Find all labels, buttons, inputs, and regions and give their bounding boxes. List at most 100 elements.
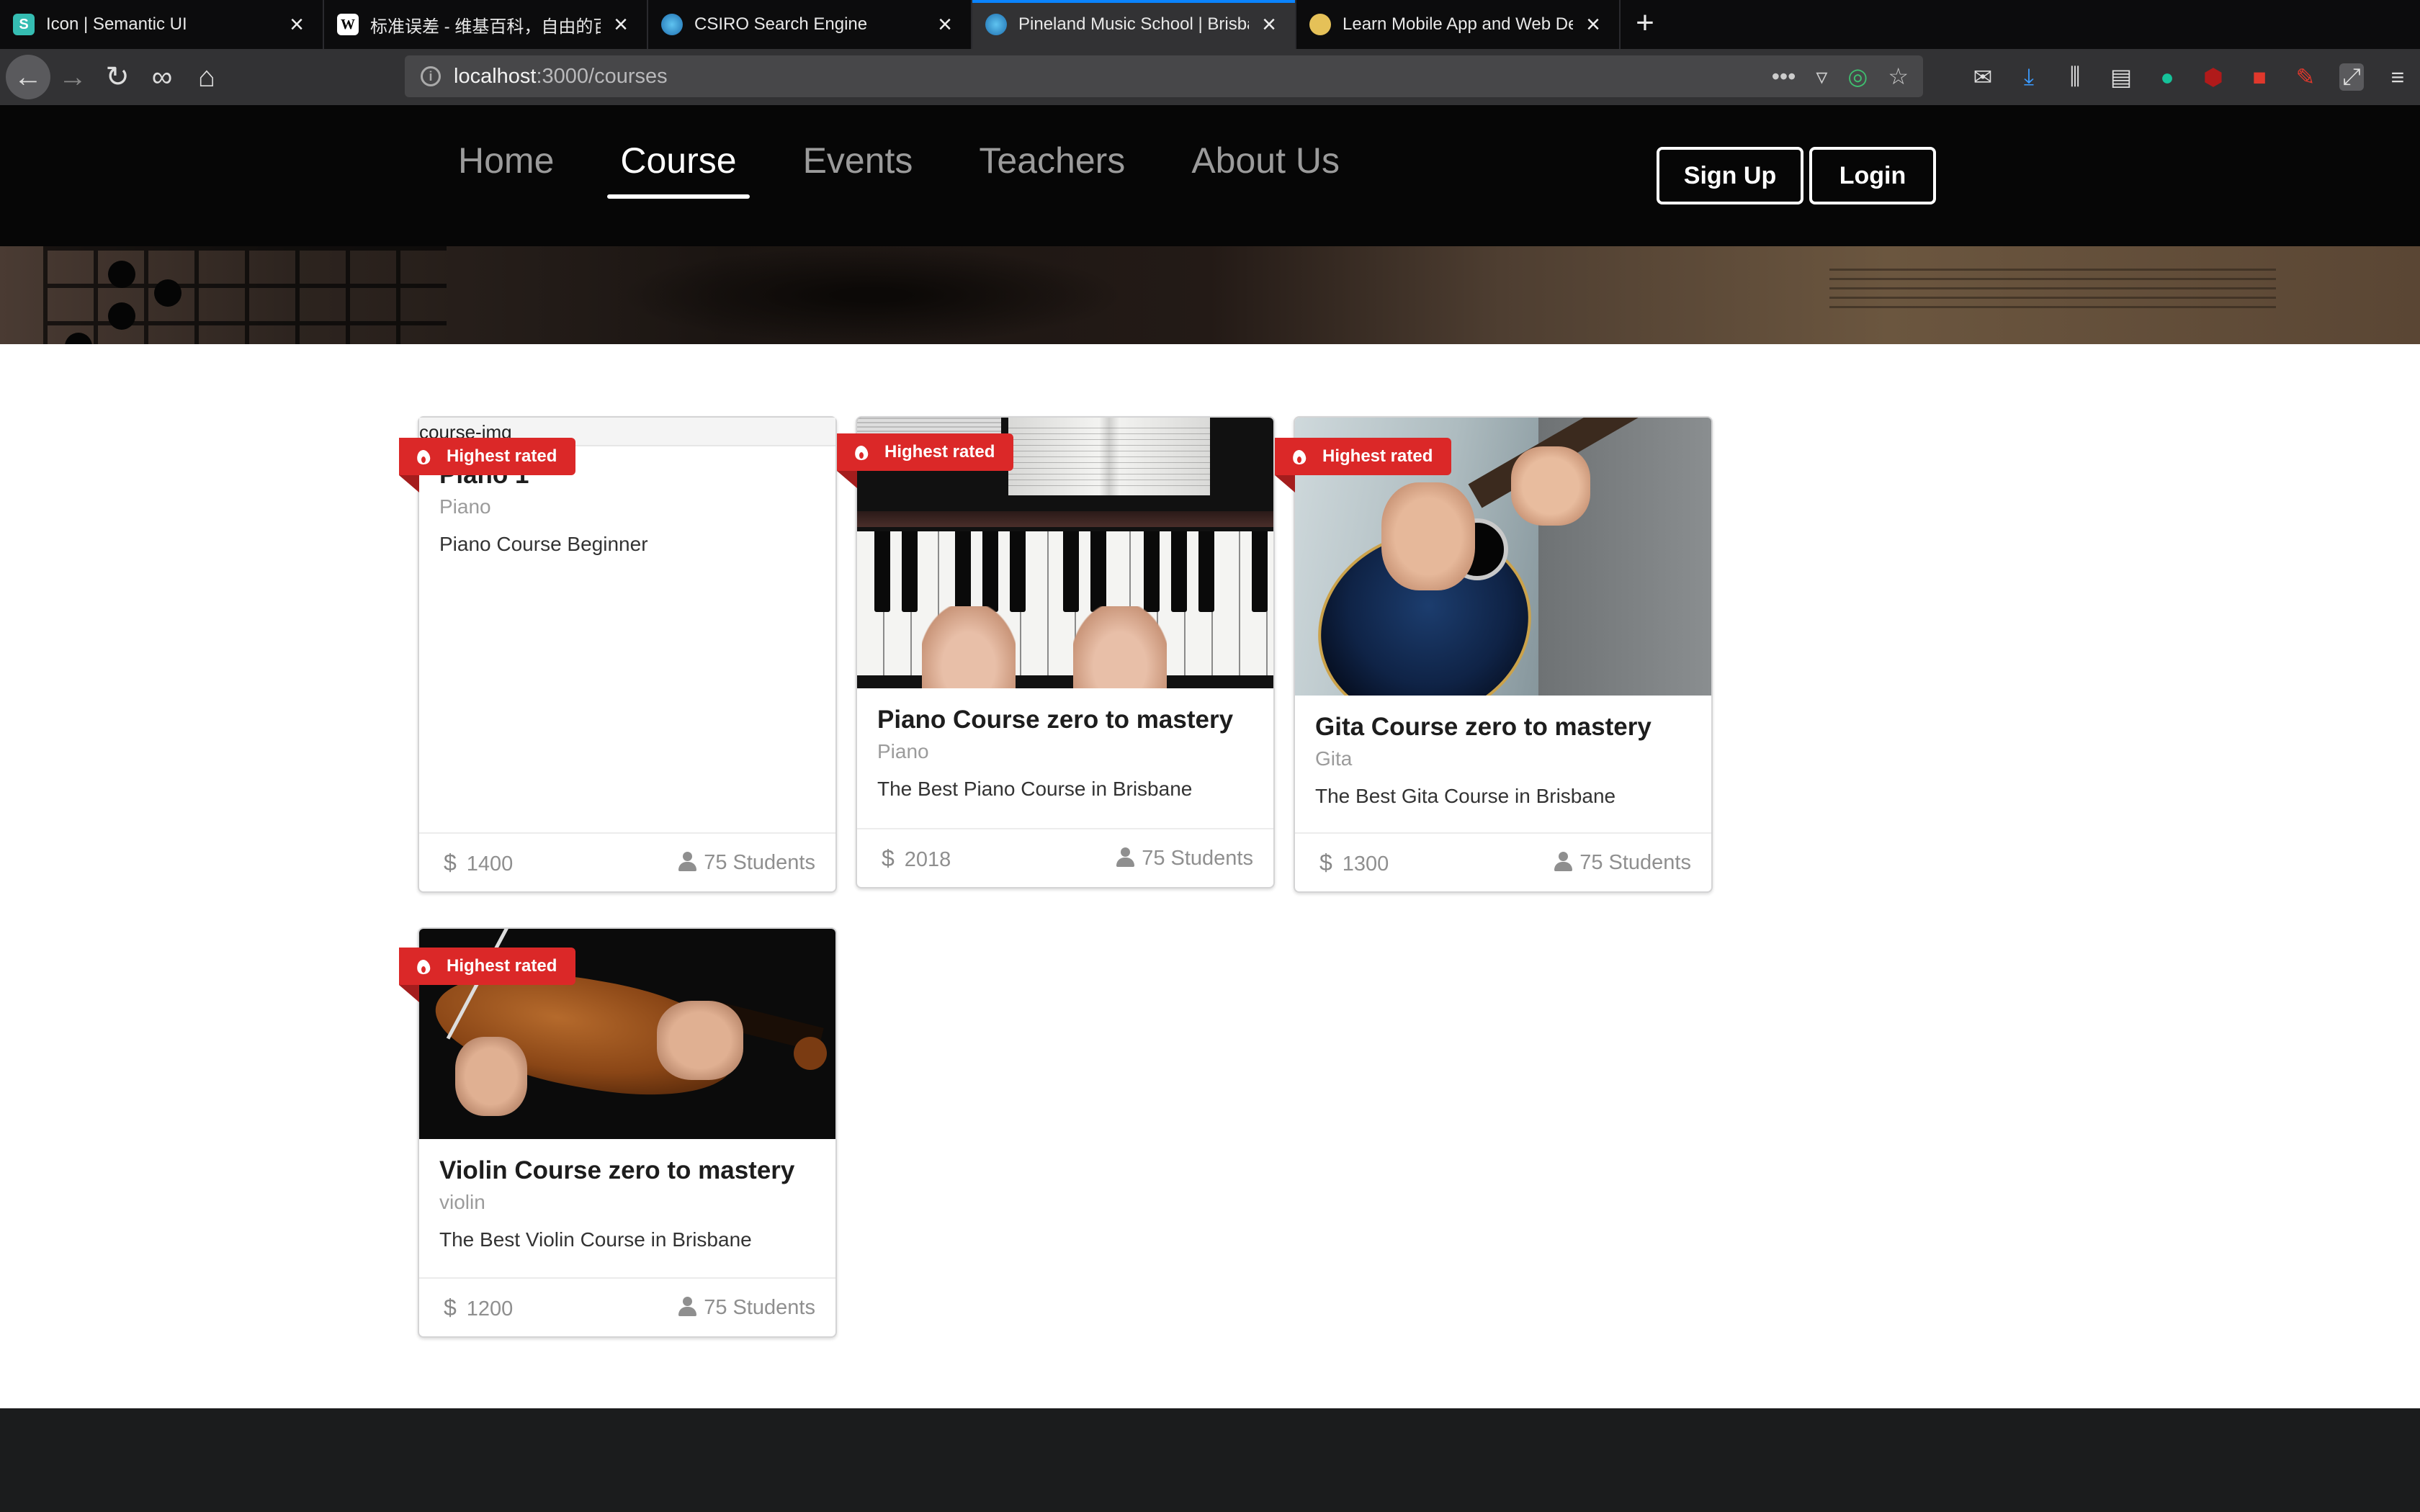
user-icon [1554,851,1573,871]
students-value: 75 Students [704,1295,815,1319]
course-category: violin [439,1191,485,1213]
course-card[interactable]: Highest rated Gita Course zero to master… [1275,416,1713,893]
fire-icon [416,957,431,976]
dollar-icon: $ [444,1294,457,1320]
close-tab-icon[interactable]: × [284,12,310,37]
card-footer: $2018 75 Students [857,828,1273,887]
course-title[interactable]: Violin Course zero to mastery [439,1155,815,1187]
highest-rated-ribbon: Highest rated [399,948,576,1002]
ribbon-label: Highest rated [884,442,995,462]
tab-title: Learn Mobile App and Web Dev [1343,14,1573,34]
browser-tab[interactable]: CSIRO Search Engine × [648,0,972,49]
card-footer: $1200 75 Students [419,1277,835,1336]
course-description: Piano Course Beginner [439,533,648,555]
hero-shadow [619,246,1124,344]
price-value: 1300 [1342,852,1389,876]
back-icon[interactable]: ← [6,55,50,99]
course-students: 75 Students [678,851,815,875]
sign-up-button[interactable]: Sign Up [1657,147,1803,204]
menu-item-teachers[interactable]: Teachers [966,135,1138,186]
mail-icon[interactable]: ✉ [1971,63,1995,91]
pocket-icon[interactable]: ▿ [1816,63,1827,90]
course-price: $1400 [444,850,513,876]
user-icon [1116,847,1135,867]
pen-extension-icon[interactable]: ✎ [2293,63,2318,91]
course-students: 75 Students [1116,847,1253,870]
main-menu: Home Course Events Teachers About Us [445,135,1393,199]
user-icon [678,851,697,871]
ublock-icon[interactable]: ⬢ [2201,63,2226,91]
new-tab-icon[interactable]: + [1621,0,1670,49]
dollar-icon: $ [444,849,457,876]
card-footer: $1400 75 Students [419,832,835,891]
menu-item-events[interactable]: Events [790,135,926,186]
fullscreen-icon[interactable]: ⤢ [2339,63,2364,91]
course-card[interactable]: Highest rated Piano Course zero to maste… [837,416,1275,888]
card-footer: $1300 75 Students [1295,832,1711,891]
menu-item-home[interactable]: Home [445,135,567,186]
highest-rated-ribbon: Highest rated [1275,438,1452,492]
address-bar[interactable]: i localhost:3000/courses ••• ▿ ◎ ☆ [405,55,1923,97]
fire-icon [854,443,869,462]
course-category: Gita [1315,747,1353,770]
login-button[interactable]: Login [1809,147,1936,204]
browser-toolbar: ← → ↻ ∞ ⌂ i localhost:3000/courses ••• ▿… [0,49,2420,105]
course-category: Piano [877,740,929,762]
site-info-icon[interactable]: i [421,66,441,86]
close-tab-icon[interactable]: × [932,12,958,37]
tab-title: Icon | Semantic UI [46,14,187,34]
download-icon[interactable]: ⤓ [2017,63,2041,91]
course-students: 75 Students [678,1296,815,1320]
sidebar-icon[interactable]: ▤ [2109,63,2133,91]
csiro-favicon-icon [661,14,683,35]
course-category: Piano [439,495,491,518]
tab-title: 标准误差 - 维基百科，自由的百科 [370,17,601,37]
bookmark-star-icon[interactable]: ☆ [1888,63,1909,90]
dollar-icon: $ [1319,849,1332,876]
course-price: $2018 [882,845,951,872]
course-description: The Best Gita Course in Brisbane [1315,785,1616,807]
close-tab-icon[interactable]: × [1256,12,1282,37]
course-card[interactable]: Highest rated Violin Course zero to mast… [399,927,837,1338]
highest-rated-ribbon: Highest rated [399,438,576,492]
menu-item-about-us[interactable]: About Us [1178,135,1353,186]
reload-icon[interactable]: ↻ [95,55,140,99]
close-tab-icon[interactable]: × [1580,12,1606,37]
course-title[interactable]: Gita Course zero to mastery [1315,711,1691,743]
students-value: 75 Students [1579,850,1691,874]
price-value: 2018 [904,847,951,871]
dollar-icon: $ [882,845,895,871]
students-value: 75 Students [704,850,815,874]
grammarly-icon[interactable]: ● [2155,64,2179,91]
course-price: $1300 [1319,850,1389,876]
tab-title: CSIRO Search Engine [694,14,868,34]
page-actions-icon[interactable]: ••• [1772,63,1796,90]
extension-ring-icon[interactable]: ◎ [1847,63,1868,90]
course-card[interactable]: course-img Highest rated Piano 1 Piano P… [399,416,837,893]
course-students: 75 Students [1554,851,1691,875]
browser-tab[interactable]: S Icon | Semantic UI × [0,0,324,49]
extension-icon[interactable]: ■ [2247,64,2272,91]
price-value: 1400 [466,852,514,876]
browser-tab[interactable]: Learn Mobile App and Web Dev × [1296,0,1621,49]
home-icon[interactable]: ⌂ [184,55,229,99]
ribbon-label: Highest rated [447,446,557,466]
user-icon [678,1296,697,1316]
browser-tab-active[interactable]: Pineland Music School | Brisbane × [972,0,1296,49]
site-header: Home Course Events Teachers About Us Sig… [0,105,2420,246]
course-description: The Best Violin Course in Brisbane [439,1228,752,1251]
menu-item-course[interactable]: Course [607,135,750,199]
url-text[interactable]: localhost:3000/courses [454,65,668,89]
course-title[interactable]: Piano Course zero to mastery [877,704,1253,736]
forward-icon[interactable]: → [50,55,95,99]
library-icon[interactable]: ⫼ [2063,63,2087,91]
course-description: The Best Piano Course in Brisbane [877,778,1193,800]
hero-pattern [43,246,447,344]
browser-tab-bar: S Icon | Semantic UI × W 标准误差 - 维基百科，自由的… [0,0,2420,49]
browser-tab[interactable]: W 标准误差 - 维基百科，自由的百科 × [324,0,648,49]
globe-favicon-icon [985,14,1007,35]
menu-hamburger-icon[interactable]: ≡ [2385,64,2410,91]
close-tab-icon[interactable]: × [608,12,634,37]
private-mask-icon[interactable]: ∞ [140,55,184,99]
price-value: 1200 [466,1297,514,1320]
